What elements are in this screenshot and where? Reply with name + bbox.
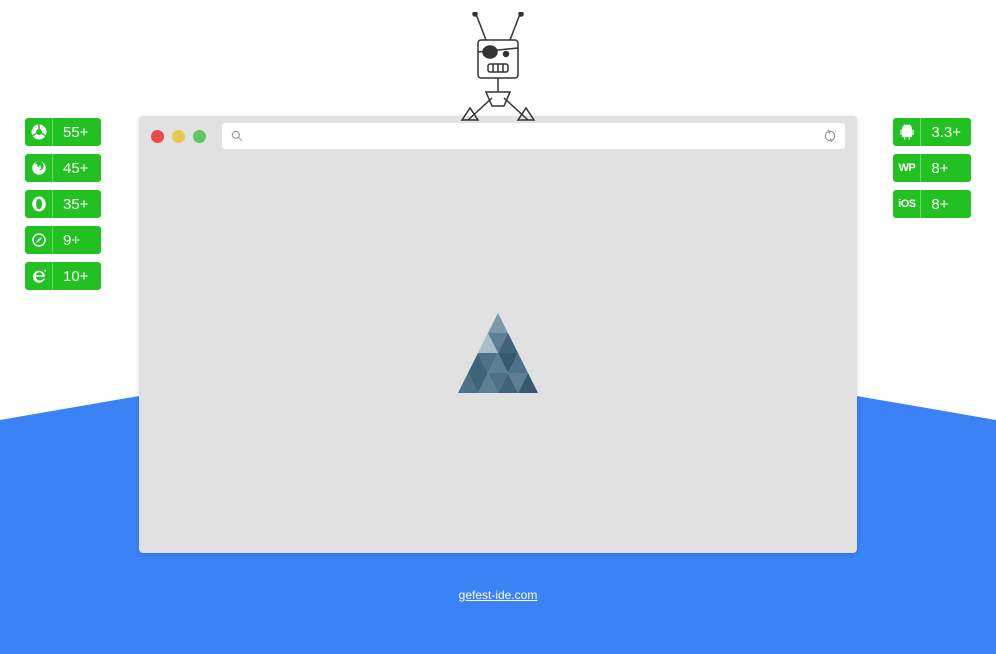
badge-label: 9+	[53, 226, 101, 254]
window-minimize-dot[interactable]	[172, 130, 185, 143]
ios-icon: iOS	[893, 190, 921, 218]
opera-icon	[25, 190, 53, 218]
window-close-dot[interactable]	[151, 130, 164, 143]
footer-link[interactable]: gefest-ide.com	[459, 588, 538, 602]
triangle-logo	[453, 313, 543, 397]
badge-opera: 35+	[25, 190, 101, 218]
safari-icon	[25, 226, 53, 254]
badge-chrome: 55+	[25, 118, 101, 146]
badge-label: 55+	[53, 118, 101, 146]
badge-firefox: 45+	[25, 154, 101, 182]
badge-safari: 9+	[25, 226, 101, 254]
badge-label: 3.3+	[921, 118, 971, 146]
robot-mascot	[438, 12, 558, 129]
firefox-icon	[25, 154, 53, 182]
browser-mockup	[139, 116, 857, 553]
badge-label: 8+	[921, 190, 969, 218]
browser-viewport	[139, 156, 857, 553]
search-icon	[230, 129, 244, 143]
refresh-icon[interactable]	[823, 129, 837, 143]
android-icon	[893, 118, 921, 146]
badge-label: 10+	[53, 262, 101, 290]
wp-icon: WP	[893, 154, 921, 182]
url-input[interactable]	[244, 129, 823, 144]
badge-ie: 10+	[25, 262, 101, 290]
platform-support-right: 3.3+ WP 8+ iOS 8+	[893, 118, 971, 218]
browser-support-left: 55+ 45+ 35+ 9+ 10+	[25, 118, 101, 290]
window-maximize-dot[interactable]	[193, 130, 206, 143]
badge-android: 3.3+	[893, 118, 971, 146]
badge-label: 8+	[921, 154, 969, 182]
badge-ios: iOS 8+	[893, 190, 971, 218]
badge-label: 35+	[53, 190, 101, 218]
ie-icon	[25, 262, 53, 290]
badge-windows-phone: WP 8+	[893, 154, 971, 182]
chrome-icon	[25, 118, 53, 146]
badge-label: 45+	[53, 154, 101, 182]
